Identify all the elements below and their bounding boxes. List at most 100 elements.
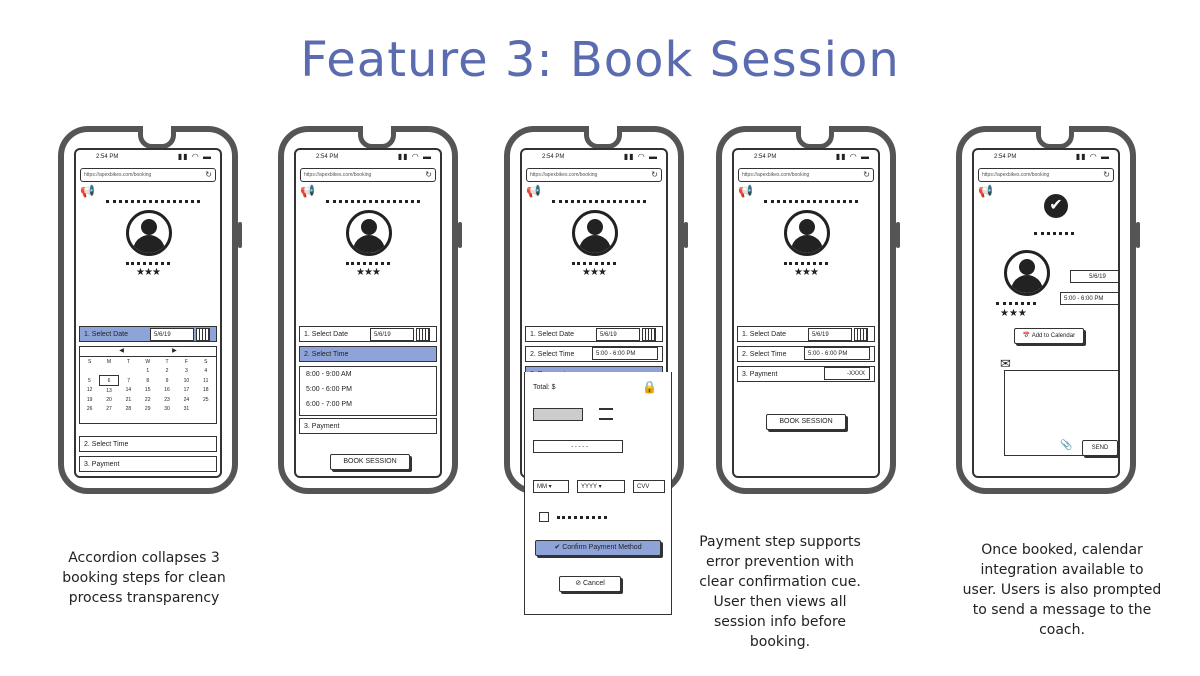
calendar-day[interactable]: 6 (98, 375, 120, 386)
status-time: 2:54 PM (542, 154, 565, 160)
calendar-day[interactable]: 2 (157, 366, 176, 376)
date-field[interactable]: 5/6/19 (596, 328, 640, 341)
calendar-day[interactable]: 20 (99, 395, 118, 404)
calendar-icon[interactable] (196, 328, 210, 341)
save-card-checkbox[interactable] (539, 512, 549, 522)
time-field[interactable]: 5:00 - 6:00 PM (804, 347, 870, 360)
step-select-time[interactable]: 2. Select Time (299, 346, 437, 362)
calendar-header: ◀ ▶ (80, 347, 216, 357)
calendar-day[interactable]: 31 (177, 404, 196, 413)
rating-stars: ★★★ (1000, 308, 1027, 319)
url-bar[interactable]: https://apexbikes.com/booking ↻ (738, 168, 874, 182)
avatar (572, 210, 618, 256)
url-bar[interactable]: https://apexbikes.com/booking ↻ (526, 168, 662, 182)
megaphone-icon[interactable]: 📢 (526, 184, 541, 198)
calendar-day[interactable]: 9 (157, 376, 176, 386)
calendar-day[interactable]: 19 (80, 395, 99, 404)
calendar-day[interactable]: 10 (177, 376, 196, 386)
megaphone-icon[interactable]: 📢 (300, 184, 315, 198)
cancel-button[interactable]: ⊘ Cancel (559, 576, 621, 592)
calendar-day[interactable] (80, 366, 99, 376)
time-option[interactable]: 8:00 - 9:00 AM (300, 367, 436, 382)
calendar-day[interactable]: 17 (177, 386, 196, 396)
step-payment[interactable]: 3. Payment (79, 456, 217, 472)
date-field[interactable]: 5/6/19 (808, 328, 852, 341)
calendar-day[interactable]: 25 (196, 395, 215, 404)
book-session-button[interactable]: BOOK SESSION (330, 454, 410, 470)
book-session-button[interactable]: BOOK SESSION (766, 414, 846, 430)
send-button[interactable]: SEND (1082, 440, 1118, 456)
megaphone-icon[interactable]: 📢 (978, 184, 993, 198)
confirm-payment-button[interactable]: ✔ Confirm Payment Method (535, 540, 661, 556)
calendar-day[interactable]: 13 (99, 386, 118, 396)
calendar-day[interactable]: 27 (99, 404, 118, 413)
status-icons: ▮▮ ◠ ▬ (835, 152, 870, 161)
cvv-input[interactable]: CVV (633, 480, 665, 493)
calendar-day[interactable]: 4 (196, 366, 215, 376)
paperclip-icon[interactable]: 📎 (1060, 440, 1072, 451)
calendar-day[interactable]: 12 (80, 386, 99, 396)
step-label: 2. Select Time (742, 351, 787, 358)
masked-card-field: -XXXX (824, 367, 870, 380)
booked-time: 5:00 - 6:00 PM (1060, 292, 1118, 305)
step-payment[interactable]: 3. Payment (299, 418, 437, 434)
phone-screen: 2:54 PM ▮▮ ◠ ▬ https://apexbikes.com/boo… (294, 148, 442, 478)
url-bar[interactable]: https://apexbikes.com/booking ↻ (300, 168, 436, 182)
calendar-day[interactable]: 26 (80, 404, 99, 413)
reload-icon[interactable]: ↻ (651, 169, 658, 181)
day-header: W (145, 358, 151, 365)
time-option[interactable]: 5:00 - 6:00 PM (300, 382, 436, 397)
url-text: https://apexbikes.com/booking (742, 172, 810, 178)
calendar-day[interactable]: 21 (119, 395, 138, 404)
calendar-day[interactable]: 28 (119, 404, 138, 413)
calendar-day[interactable]: 23 (157, 395, 176, 404)
reload-icon[interactable]: ↻ (205, 169, 212, 181)
caption-accordion: Accordion collapses 3 booking steps for … (62, 550, 226, 606)
calendar-icon[interactable] (416, 328, 430, 341)
calendar-day[interactable]: 7 (119, 376, 138, 386)
reload-icon[interactable]: ↻ (425, 169, 432, 181)
calendar-day[interactable]: 5 (80, 376, 99, 386)
calendar-day[interactable]: 29 (138, 404, 157, 413)
time-option[interactable]: 6:00 - 7:00 PM (300, 397, 436, 412)
calendar-day[interactable] (119, 366, 138, 376)
calendar-day[interactable]: 22 (138, 395, 157, 404)
calendar-grid[interactable]: ◀ ▶ S M T W T F S 1 2 3 4 5 6 7 8 9 10 1… (79, 346, 217, 424)
month-select[interactable]: MM ▾ (533, 480, 569, 493)
calendar-icon[interactable] (854, 328, 868, 341)
lock-icon: 🔒 (642, 380, 657, 394)
url-bar[interactable]: https://apexbikes.com/booking ↻ (978, 168, 1114, 182)
date-field[interactable]: 5/6/19 (150, 328, 194, 341)
megaphone-icon[interactable]: 📢 (80, 184, 95, 198)
megaphone-icon[interactable]: 📢 (738, 184, 753, 198)
calendar-day[interactable]: 15 (138, 386, 157, 396)
card-type-select[interactable] (533, 408, 583, 421)
url-bar[interactable]: https://apexbikes.com/booking ↻ (80, 168, 216, 182)
booked-text-placeholder (1034, 232, 1074, 235)
calendar-day[interactable]: 3 (177, 366, 196, 376)
step-label: 3. Payment (742, 371, 778, 378)
calendar-day[interactable] (99, 366, 118, 376)
time-field[interactable]: 5:00 - 6:00 PM (592, 347, 658, 360)
reload-icon[interactable]: ↻ (863, 169, 870, 181)
calendar-day[interactable]: 11 (196, 376, 215, 386)
calendar-day[interactable]: 24 (177, 395, 196, 404)
calendar-day[interactable]: 1 (138, 366, 157, 376)
step-select-time[interactable]: 2. Select Time (79, 436, 217, 452)
rating-stars: ★★★ (582, 267, 607, 278)
calendar-day[interactable]: 14 (119, 386, 138, 396)
rating-stars: ★★★ (356, 267, 381, 278)
card-number-input[interactable]: - - - - - (533, 440, 623, 453)
calendar-day[interactable]: 30 (157, 404, 176, 413)
year-select[interactable]: YYYY ▾ (577, 480, 625, 493)
calendar-icon[interactable] (642, 328, 656, 341)
calendar-day[interactable]: 8 (138, 376, 157, 386)
calendar-day[interactable]: 18 (196, 386, 215, 396)
calendar-day[interactable] (196, 404, 215, 413)
phone-notch (1036, 126, 1074, 149)
calendar-day[interactable]: 16 (157, 386, 176, 396)
date-field[interactable]: 5/6/19 (370, 328, 414, 341)
add-to-calendar-button[interactable]: 📅 Add to Calendar (1014, 328, 1084, 344)
reload-icon[interactable]: ↻ (1103, 169, 1110, 181)
avatar (346, 210, 392, 256)
